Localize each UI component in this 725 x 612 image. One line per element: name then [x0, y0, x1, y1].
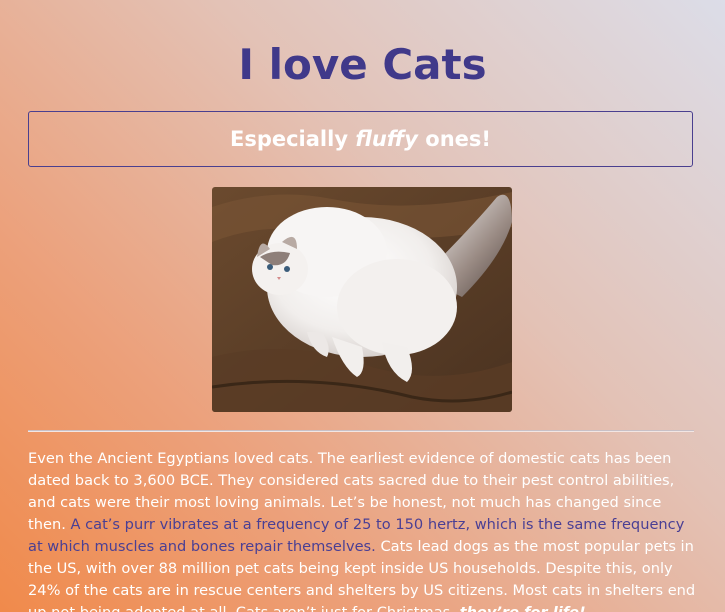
subtitle-emphasis: fluffy	[355, 127, 418, 151]
article-text: Even the Ancient Egyptians loved cats. T…	[28, 448, 696, 612]
subtitle-text-end: ones!	[425, 127, 491, 151]
page-title: I love Cats	[238, 40, 487, 89]
subtitle-banner: Especially fluffy ones!	[28, 111, 693, 167]
fluffy-cat-photo	[212, 187, 512, 412]
article-part-4: they’re for life!	[460, 604, 586, 612]
divider	[28, 430, 694, 432]
subtitle-text-start: Especially	[229, 127, 349, 151]
